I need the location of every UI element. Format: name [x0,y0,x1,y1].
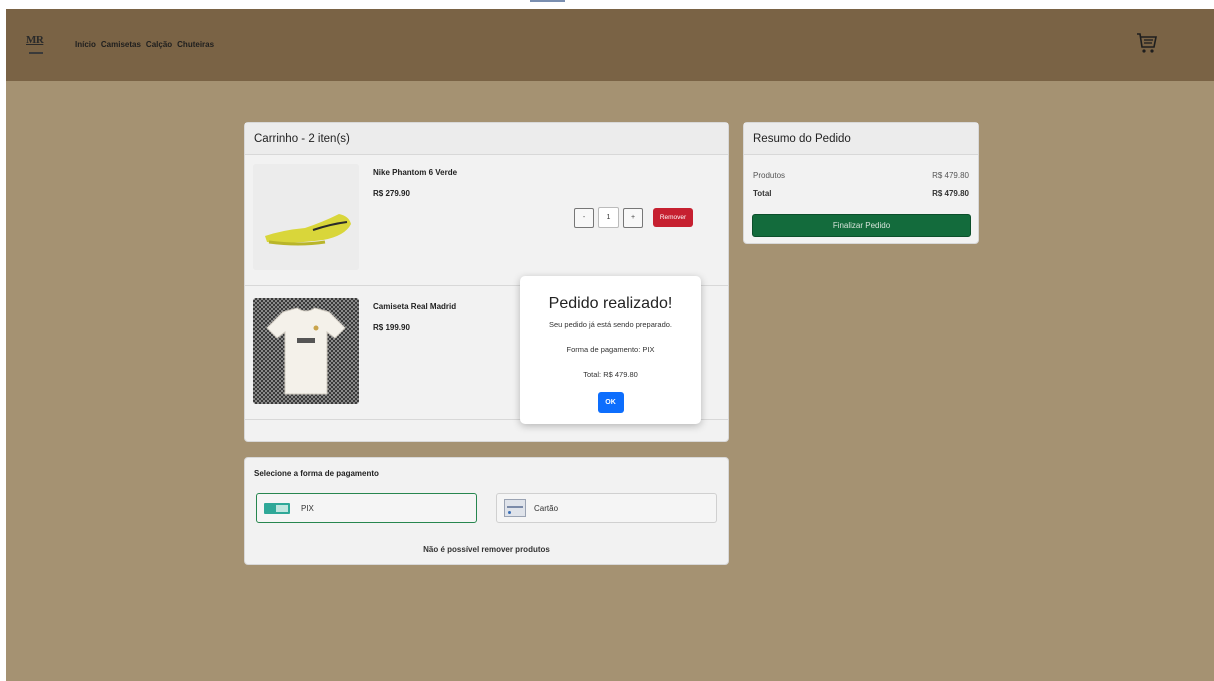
modal-title: Pedido realizado! [548,295,673,312]
browser-tab-highlight [565,0,688,2]
modal-total: Total: R$ 479.80 [583,370,638,379]
modal-message: Seu pedido já está sendo preparado. [548,320,672,329]
page-frame: MR Início Camisetas Calção Chuteiras Car… [6,9,1214,681]
modal-payment-method: Forma de pagamento: PIX [566,345,655,354]
order-confirmation-modal: Pedido realizado! Seu pedido já está sen… [520,276,701,424]
ok-button[interactable]: OK [597,392,624,413]
browser-tab-indicator [530,0,565,2]
